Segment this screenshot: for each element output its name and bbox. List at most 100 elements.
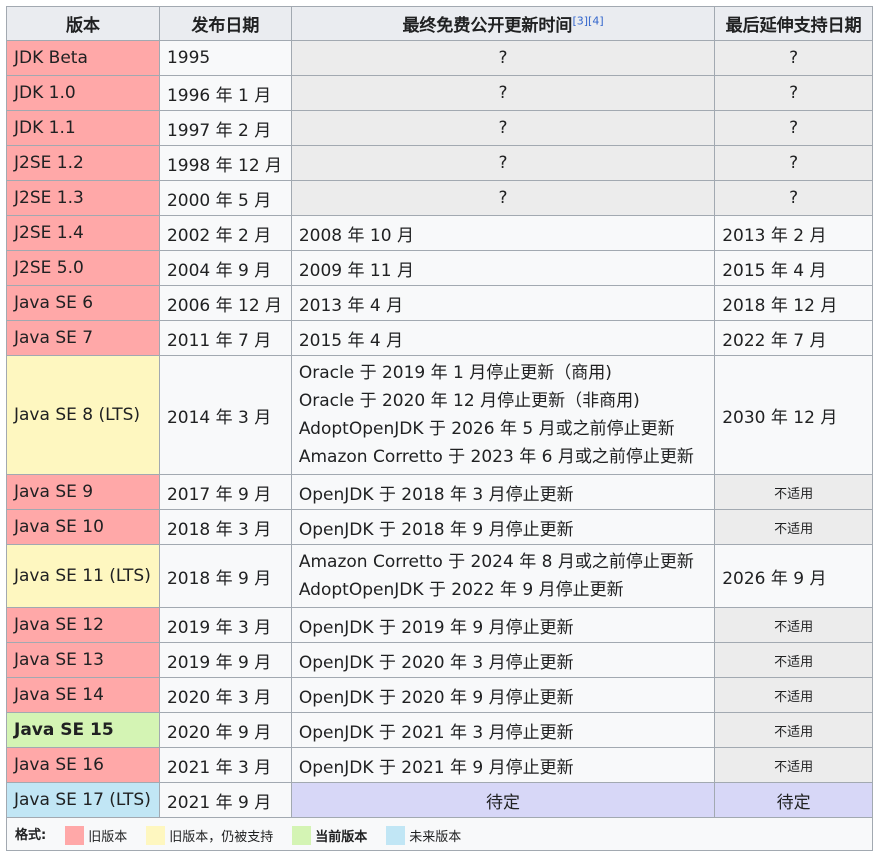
legend-label: 格式: <box>15 827 47 843</box>
update-line: Oracle 于 2020 年 12 月停止更新（非商用) <box>298 391 640 411</box>
update-line: AdoptOpenJDK 于 2022 年 9 月停止更新 <box>298 580 624 600</box>
release-date-cell: 2020 年 3 月 <box>158 677 292 713</box>
version-cell: Java SE 8 (LTS) <box>6 355 160 475</box>
table-row: Java SE 11 (LTS) 2018 年 9 月 Amazon Corrett… <box>6 544 873 608</box>
last-update-cell: OpenJDK 于 2021 年 3 月停止更新 <box>290 712 716 748</box>
extended-support-cell: 2015 年 4 月 <box>714 250 873 286</box>
release-date-cell: 2014 年 3 月 <box>158 355 292 475</box>
table-row: Java SE 15 2020 年 9 月 OpenJDK 于 2021 年 3 月… <box>6 712 873 748</box>
last-update-cell: OpenJDK 于 2018 年 3 月停止更新 <box>290 474 716 510</box>
extended-support-cell: ? <box>714 145 873 181</box>
last-update-cell: ? <box>290 75 716 111</box>
legend-swatch-fut <box>386 825 406 845</box>
extended-support-cell: ? <box>714 110 873 146</box>
header-version: 版本 <box>6 6 160 41</box>
table-row: J2SE 1.3 2000 年 5 月?? <box>6 180 873 216</box>
extended-support-cell: 待定 <box>714 782 873 818</box>
table-row: Java SE 12 2019 年 3 月 OpenJDK 于 2019 年 9 月… <box>6 607 873 643</box>
update-line: Amazon Corretto 于 2024 年 8 月或之前停止更新 <box>298 552 694 572</box>
table-row: JDK Beta 1995?? <box>6 40 873 76</box>
last-update-cell: OpenJDK 于 2020 年 9 月停止更新 <box>290 677 716 713</box>
last-update-cell: Oracle 于 2019 年 1 月停止更新（商用) Oracle 于 2020… <box>290 355 716 475</box>
last-update-cell: ? <box>290 40 716 76</box>
legend-swatch-old <box>65 825 85 845</box>
version-cell: Java SE 10 <box>6 509 160 545</box>
version-cell: Java SE 13 <box>6 642 160 678</box>
release-date-cell: 1995 <box>158 40 292 76</box>
release-date-cell: 2006 年 12 月 <box>158 285 292 321</box>
extended-support-cell: 2013 年 2 月 <box>714 215 873 251</box>
legend-swatch-lts <box>146 825 166 845</box>
version-cell: J2SE 1.2 <box>6 145 160 181</box>
extended-support-cell: 不适用 <box>714 642 873 678</box>
extended-support-cell: 2026 年 9 月 <box>714 544 873 608</box>
version-cell: Java SE 12 <box>6 607 160 643</box>
release-date-cell: 1996 年 1 月 <box>158 75 292 111</box>
release-date-cell: 1998 年 12 月 <box>158 145 292 181</box>
version-cell: JDK Beta <box>6 40 160 76</box>
release-date-cell: 2019 年 3 月 <box>158 607 292 643</box>
extended-support-cell: 2018 年 12 月 <box>714 285 873 321</box>
header-last-public-update: 最终免费公开更新时间[3][4] <box>290 6 716 41</box>
table-body: JDK Beta 1995?? JDK 1.0 1996 年 1 月?? JDK 1.1… <box>6 40 873 851</box>
version-cell: Java SE 17 (LTS) <box>6 782 160 818</box>
table-row: Java SE 6 2006 年 12 月 2013 年 4 月 2018 年 12 … <box>6 285 873 321</box>
release-date-cell: 2018 年 9 月 <box>158 544 292 608</box>
table-row: J2SE 1.2 1998 年 12 月?? <box>6 145 873 181</box>
release-date-cell: 2019 年 9 月 <box>158 642 292 678</box>
legend-text: 旧版本，仍被支持 <box>169 829 274 845</box>
release-date-cell: 2002 年 2 月 <box>158 215 292 251</box>
reference-link-4[interactable]: [4] <box>588 14 604 27</box>
version-cell: JDK 1.1 <box>6 110 160 146</box>
table-header-row: 版本 发布日期 最终免费公开更新时间[3][4] 最后延伸支持日期 <box>6 6 873 41</box>
version-cell: J2SE 1.3 <box>6 180 160 216</box>
table-row: Java SE 14 2020 年 3 月 OpenJDK 于 2020 年 9 月… <box>6 677 873 713</box>
reference-link-3[interactable]: [3] <box>572 14 588 27</box>
extended-support-cell: 不适用 <box>714 712 873 748</box>
extended-support-cell: 不适用 <box>714 747 873 783</box>
legend-text: 当前版本 <box>315 829 368 845</box>
last-update-cell: 待定 <box>290 782 716 818</box>
extended-support-cell: 不适用 <box>714 509 873 545</box>
table-row: Java SE 8 (LTS) 2014 年 3 月 Oracle 于 2019 年… <box>6 355 873 475</box>
last-update-cell: OpenJDK 于 2018 年 9 月停止更新 <box>290 509 716 545</box>
version-cell: Java SE 15 <box>6 712 160 748</box>
release-date-cell: 2018 年 3 月 <box>158 509 292 545</box>
extended-support-cell: 2030 年 12 月 <box>714 355 873 475</box>
update-line: Amazon Corretto 于 2023 年 6 月或之前停止更新 <box>298 447 694 467</box>
table-row: Java SE 17 (LTS) 2021 年 9 月待定 待定 <box>6 782 873 818</box>
last-update-cell: ? <box>290 145 716 181</box>
update-line: Oracle 于 2019 年 1 月停止更新（商用) <box>298 363 612 383</box>
table-row: Java SE 9 2017 年 9 月 OpenJDK 于 2018 年 3 月停… <box>6 474 873 510</box>
version-cell: Java SE 11 (LTS) <box>6 544 160 608</box>
last-update-cell: ? <box>290 110 716 146</box>
table-row: Java SE 7 2011 年 7 月 2015 年 4 月 2022 年 7 月 <box>6 320 873 356</box>
table-row: JDK 1.1 1997 年 2 月?? <box>6 110 873 146</box>
extended-support-cell: ? <box>714 180 873 216</box>
version-cell: Java SE 9 <box>6 474 160 510</box>
release-date-cell: 2021 年 9 月 <box>158 782 292 818</box>
release-date-cell: 2017 年 9 月 <box>158 474 292 510</box>
extended-support-cell: ? <box>714 75 873 111</box>
release-date-cell: 2020 年 9 月 <box>158 712 292 748</box>
extended-support-cell: 不适用 <box>714 677 873 713</box>
header-last-public-update-label: 最终免费公开更新时间 <box>402 16 573 36</box>
header-release-date: 发布日期 <box>158 6 292 41</box>
release-date-cell: 2021 年 3 月 <box>158 747 292 783</box>
table-row: J2SE 1.4 2002 年 2 月 2008 年 10 月 2013 年 2 月 <box>6 215 873 251</box>
header-extended-support: 最后延伸支持日期 <box>714 6 873 41</box>
extended-support-cell: 不适用 <box>714 474 873 510</box>
legend-cell: 格式: 旧版本 旧版本，仍被支持 当前版本 未来版本 <box>6 817 873 851</box>
version-cell: Java SE 16 <box>6 747 160 783</box>
last-update-cell: OpenJDK 于 2019 年 9 月停止更新 <box>290 607 716 643</box>
legend-row: 格式: 旧版本 旧版本，仍被支持 当前版本 未来版本 <box>6 817 873 851</box>
extended-support-cell: ? <box>714 40 873 76</box>
extended-support-cell: 不适用 <box>714 607 873 643</box>
last-update-cell: 2013 年 4 月 <box>290 285 716 321</box>
table-row: Java SE 13 2019 年 9 月 OpenJDK 于 2020 年 3 月… <box>6 642 873 678</box>
version-cell: Java SE 14 <box>6 677 160 713</box>
release-date-cell: 2000 年 5 月 <box>158 180 292 216</box>
version-cell: JDK 1.0 <box>6 75 160 111</box>
last-update-cell: OpenJDK 于 2021 年 9 月停止更新 <box>290 747 716 783</box>
last-update-cell: 2015 年 4 月 <box>290 320 716 356</box>
